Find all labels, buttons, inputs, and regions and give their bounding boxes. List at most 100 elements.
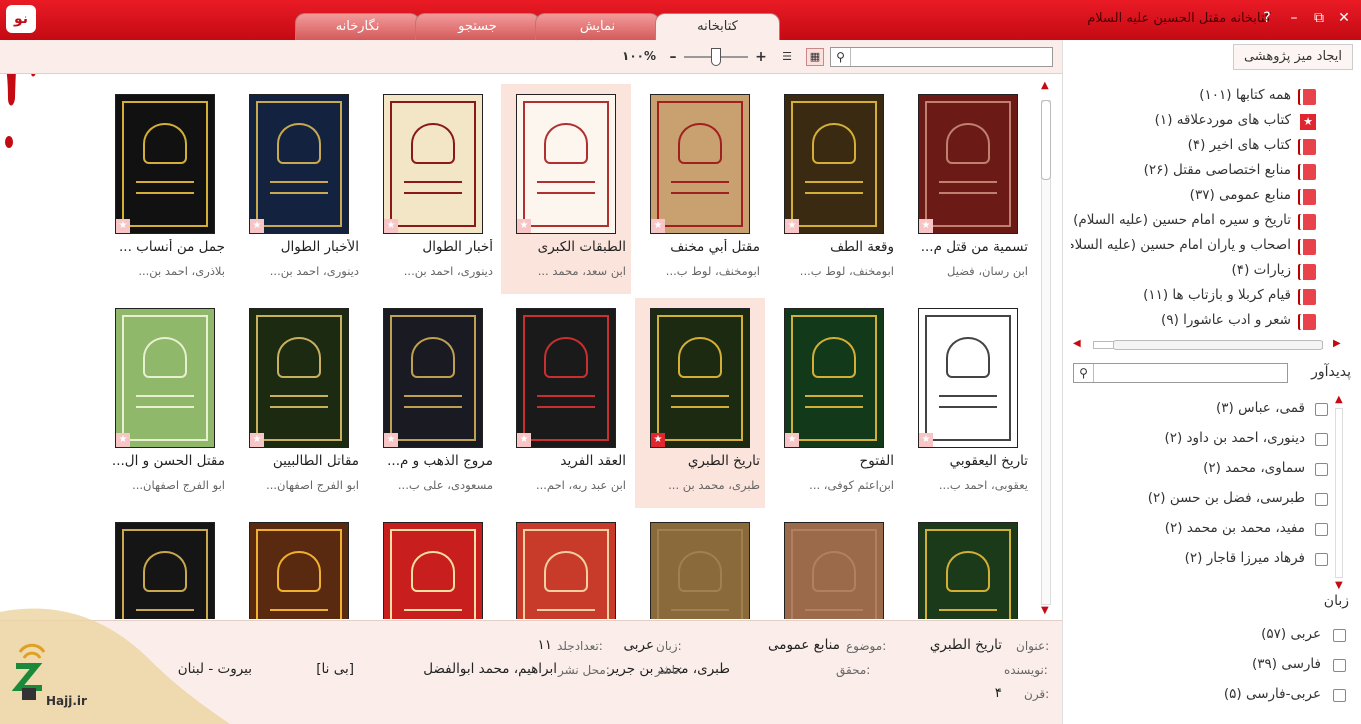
favorite-star-icon[interactable]: ★ [384, 433, 398, 447]
book-title[interactable]: تاريخ الطبري [640, 453, 760, 469]
language-filter-label[interactable]: عربی (۵۷) [1261, 626, 1321, 642]
book-item[interactable]: ★ [501, 512, 631, 619]
book-title[interactable]: الطبقات الكبرى [506, 239, 626, 255]
book-cover-image[interactable] [784, 94, 884, 234]
favorite-star-icon[interactable]: ★ [919, 433, 933, 447]
book-item[interactable]: ★ [234, 512, 364, 619]
book-item[interactable]: ★ [903, 512, 1033, 619]
category-label[interactable]: کتاب های موردعلاقه (۱) [1071, 112, 1291, 134]
category-label[interactable]: شعر و ادب عاشورا (۹) [1071, 312, 1291, 334]
language-filter-label[interactable]: فارسی (۳۹) [1252, 656, 1321, 672]
book-title[interactable]: تاريخ اليعقوبي [908, 453, 1028, 469]
scroll-right-icon[interactable]: ▶ [1333, 338, 1341, 349]
book-title[interactable]: الفتوح [774, 453, 894, 469]
favorite-star-icon[interactable]: ★ [785, 433, 799, 447]
language-checkbox[interactable] [1333, 689, 1346, 702]
book-cover-image[interactable] [115, 94, 215, 234]
book-cover-image[interactable] [383, 94, 483, 234]
book-item[interactable]: ★ أخبار الطوال دینوری، احمد بن... [368, 84, 498, 294]
favorite-star-icon[interactable]: ★ [517, 219, 531, 233]
book-item[interactable]: ★ مقاتل الطالبيين ابو الفرج اصفهان... [234, 298, 364, 508]
book-item[interactable]: ★ الطبقات الكبرى ابن سعد، محمد ... [501, 84, 631, 294]
library-search-input[interactable]: ⚲ [830, 47, 1053, 67]
favorite-star-icon[interactable]: ★ [116, 219, 130, 233]
favorite-star-icon[interactable]: ★ [250, 219, 264, 233]
category-label[interactable]: منابع اختصاصی مقتل (۲۶) [1071, 162, 1291, 184]
book-cover-image[interactable] [784, 522, 884, 619]
book-cover-image[interactable] [516, 522, 616, 619]
author-filter-label[interactable]: دینوری، احمد بن داود (۲) [1164, 430, 1305, 446]
book-item[interactable]: ★ العقد الفريد ابن عبد ربه، احم... [501, 298, 631, 508]
language-checkbox[interactable] [1333, 659, 1346, 672]
book-title[interactable]: وقعة الطف [774, 239, 894, 255]
favorite-star-icon[interactable]: ★ [785, 219, 799, 233]
book-title[interactable]: أخبار الطوال [373, 239, 493, 255]
book-item[interactable]: ★ تاريخ الطبري طبری، محمد بن ... [635, 298, 765, 508]
book-cover-image[interactable] [383, 308, 483, 448]
book-title[interactable]: الأخبار الطوال [239, 239, 359, 255]
help-button[interactable]: ? [1258, 9, 1276, 27]
book-cover-image[interactable] [383, 522, 483, 619]
author-scroll-up-icon[interactable]: ▲ [1335, 394, 1343, 405]
book-title[interactable]: مقتل الحسن و ال... [105, 453, 225, 469]
book-item[interactable]: ★ [368, 512, 498, 619]
language-checkbox[interactable] [1333, 629, 1346, 642]
grid-view-icon[interactable]: ▦ [806, 48, 824, 66]
author-checkbox[interactable] [1315, 463, 1328, 476]
tab-view[interactable]: نمایش [535, 13, 660, 40]
scroll-down-icon[interactable]: ▼ [1041, 605, 1049, 616]
category-label[interactable]: همه کتابها (۱۰۱) [1071, 87, 1291, 109]
author-checkbox[interactable] [1315, 523, 1328, 536]
author-scroll-down-icon[interactable]: ▼ [1335, 580, 1343, 591]
category-label[interactable]: تاریخ و سیره امام حسین (علیه السلام) ( [1071, 212, 1291, 234]
book-cover-image[interactable] [918, 308, 1018, 448]
book-item[interactable]: ★ وقعة الطف ابومخنف، لوط ب... [769, 84, 899, 294]
list-view-icon[interactable]: ☰ [778, 48, 796, 66]
close-icon[interactable]: ✕ [1335, 9, 1353, 27]
minimize-icon[interactable]: – [1285, 9, 1303, 27]
search-icon[interactable]: ⚲ [831, 48, 851, 66]
favorite-star-icon[interactable]: ★ [384, 219, 398, 233]
book-cover-image[interactable] [249, 94, 349, 234]
grid-scrollbar[interactable]: ▲ ▼ [1038, 80, 1054, 620]
book-item[interactable]: ★ تسمية من قتل م... ابن رسان، فضيل [903, 84, 1033, 294]
book-title[interactable]: مقاتل الطالبيين [239, 453, 359, 469]
book-title[interactable]: العقد الفريد [506, 453, 626, 469]
language-filter-label[interactable]: عربی-فارسی (۵) [1224, 686, 1321, 702]
book-cover-image[interactable] [918, 522, 1018, 619]
favorite-star-icon[interactable]: ★ [116, 433, 130, 447]
book-title[interactable]: تسمية من قتل م... [908, 239, 1028, 255]
book-item[interactable]: ★ مقتل الحسن و ال... ابو الفرج اصفهان... [100, 298, 230, 508]
book-cover-image[interactable] [650, 94, 750, 234]
hscroll-thumb[interactable] [1113, 340, 1323, 350]
book-cover-image[interactable] [115, 308, 215, 448]
book-item[interactable]: ★ جمل من أنساب ... بلاذری، احمد بن... [100, 84, 230, 294]
favorite-star-icon[interactable]: ★ [651, 433, 665, 447]
book-cover-image[interactable] [516, 308, 616, 448]
author-checkbox[interactable] [1315, 433, 1328, 446]
restore-icon[interactable]: ⧉ [1310, 9, 1328, 27]
favorite-star-icon[interactable]: ★ [517, 433, 531, 447]
author-filter-label[interactable]: فرهاد میرزا قاجار (۲) [1185, 550, 1305, 566]
book-cover-image[interactable] [918, 94, 1018, 234]
category-label[interactable]: منابع عمومی (۳۷) [1071, 187, 1291, 209]
favorite-star-icon[interactable]: ★ [919, 219, 933, 233]
category-label[interactable]: اصحاب و یاران امام حسین (علیه السلام) [1071, 237, 1291, 259]
category-label[interactable]: زیارات (۴) [1071, 262, 1291, 284]
book-item[interactable]: ★ تاريخ اليعقوبي یعقوبی، احمد ب... [903, 298, 1033, 508]
book-item[interactable]: ★ مروج الذهب و م... مسعودی، علی ب... [368, 298, 498, 508]
category-label[interactable]: قیام کربلا و بازتاب ها (۱۱) [1071, 287, 1291, 309]
scroll-up-icon[interactable]: ▲ [1041, 80, 1049, 91]
author-checkbox[interactable] [1315, 553, 1328, 566]
scrollbar-thumb[interactable] [1041, 100, 1051, 180]
author-checkbox[interactable] [1315, 493, 1328, 506]
author-filter-label[interactable]: طبرسی، فضل بن حسن (۲) [1148, 490, 1305, 506]
book-cover-image[interactable] [516, 94, 616, 234]
book-item[interactable]: ★ الأخبار الطوال دینوری، احمد بن... [234, 84, 364, 294]
book-title[interactable]: مقتل أبي مخنف [640, 239, 760, 255]
tab-search[interactable]: جستجو [415, 13, 540, 40]
author-search-input[interactable]: ⚲ [1073, 363, 1288, 383]
create-research-desk-button[interactable]: ایجاد میز پژوهشی [1233, 44, 1353, 70]
tab-gallery[interactable]: نگارخانه [295, 13, 420, 40]
book-title[interactable]: مروج الذهب و م... [373, 453, 493, 469]
